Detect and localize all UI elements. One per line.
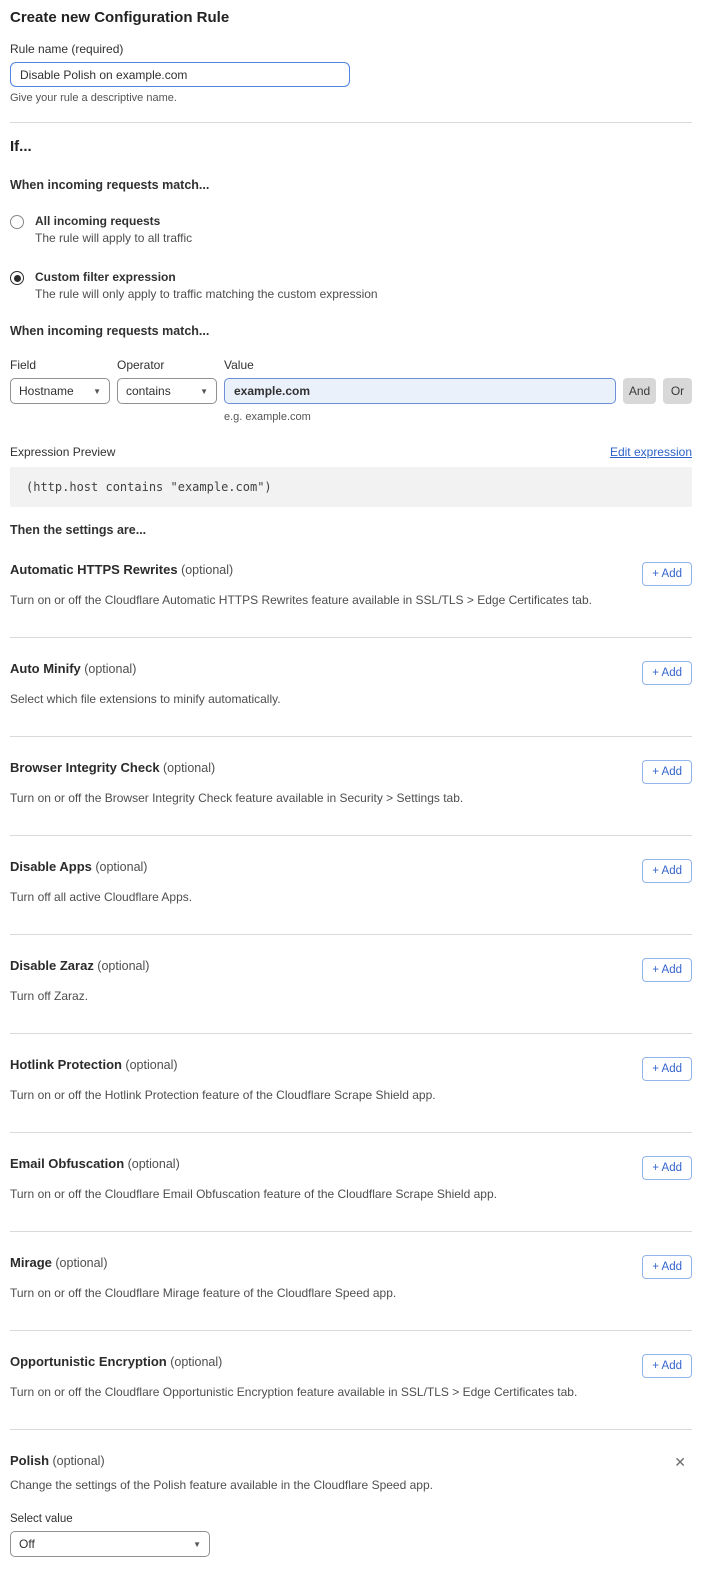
setting-title: Disable Zaraz (optional) <box>10 958 149 973</box>
setting-title: Automatic HTTPS Rewrites (optional) <box>10 562 233 577</box>
add-button[interactable]: + Add <box>642 1354 692 1378</box>
radio-button-icon[interactable] <box>10 271 24 285</box>
polish-value-select[interactable]: Off ▼ <box>10 1531 210 1557</box>
chevron-down-icon: ▼ <box>200 387 208 396</box>
add-button[interactable]: + Add <box>642 859 692 883</box>
radio-all-incoming-requests[interactable]: All incoming requests The rule will appl… <box>10 214 692 245</box>
polish-select-value: Off <box>19 1537 35 1551</box>
setting-email-obfuscation: Email Obfuscation (optional) + Add Turn … <box>10 1133 692 1232</box>
field-select[interactable]: Hostname ▼ <box>10 378 110 404</box>
radio-description: The rule will only apply to traffic matc… <box>35 287 378 301</box>
setting-description: Select which file extensions to minify a… <box>10 692 610 706</box>
add-button[interactable]: + Add <box>642 562 692 586</box>
radio-label: Custom filter expression <box>35 270 378 284</box>
add-button[interactable]: + Add <box>642 958 692 982</box>
expression-preview-label: Expression Preview <box>10 445 115 459</box>
add-button[interactable]: + Add <box>642 1057 692 1081</box>
add-button[interactable]: + Add <box>642 661 692 685</box>
expression-builder-row: Field Hostname ▼ Operator contains ▼ Val… <box>10 358 692 423</box>
expression-preview-code: (http.host contains "example.com") <box>10 467 692 507</box>
setting-description: Turn on or off the Browser Integrity Che… <box>10 791 610 805</box>
edit-expression-link[interactable]: Edit expression <box>610 445 692 459</box>
field-select-value: Hostname <box>19 384 74 398</box>
setting-title: Browser Integrity Check (optional) <box>10 760 215 775</box>
optional-suffix: (optional) <box>160 761 216 775</box>
radio-custom-filter-expression[interactable]: Custom filter expression The rule will o… <box>10 270 692 301</box>
optional-suffix: (optional) <box>92 860 148 874</box>
select-value-label: Select value <box>10 1513 692 1525</box>
optional-suffix: (optional) <box>49 1454 105 1468</box>
setting-description: Turn on or off the Cloudflare Opportunis… <box>10 1385 610 1399</box>
value-input[interactable] <box>224 378 616 404</box>
page-title: Create new Configuration Rule <box>10 9 692 26</box>
optional-suffix: (optional) <box>178 563 234 577</box>
close-icon[interactable]: ✕ <box>670 1453 690 1471</box>
setting-title: Mirage (optional) <box>10 1255 108 1270</box>
optional-suffix: (optional) <box>124 1157 180 1171</box>
and-button[interactable]: And <box>623 378 656 404</box>
radio-button-icon[interactable] <box>10 215 24 229</box>
add-button[interactable]: + Add <box>642 760 692 784</box>
field-label: Field <box>10 358 110 372</box>
rule-name-label: Rule name (required) <box>10 42 692 56</box>
radio-label: All incoming requests <box>35 214 192 228</box>
add-button[interactable]: + Add <box>642 1255 692 1279</box>
setting-title: Email Obfuscation (optional) <box>10 1156 180 1171</box>
optional-suffix: (optional) <box>94 959 150 973</box>
create-configuration-rule-form: Create new Configuration Rule Rule name … <box>0 0 705 1571</box>
setting-polish: Polish (optional) ✕ Change the settings … <box>10 1430 692 1557</box>
or-button[interactable]: Or <box>663 378 692 404</box>
incoming-requests-match-heading: When incoming requests match... <box>10 178 692 192</box>
value-hint: e.g. example.com <box>224 411 616 423</box>
settings-list: Automatic HTTPS Rewrites (optional) + Ad… <box>10 539 692 1557</box>
chevron-down-icon: ▼ <box>193 1540 201 1549</box>
optional-suffix: (optional) <box>122 1058 178 1072</box>
match-type-radio-group: All incoming requests The rule will appl… <box>10 214 692 301</box>
setting-hotlink-protection: Hotlink Protection (optional) + Add Turn… <box>10 1034 692 1133</box>
setting-description: Turn on or off the Hotlink Protection fe… <box>10 1088 610 1102</box>
setting-title: Opportunistic Encryption (optional) <box>10 1354 222 1369</box>
optional-suffix: (optional) <box>52 1256 108 1270</box>
setting-browser-integrity-check: Browser Integrity Check (optional) + Add… <box>10 737 692 836</box>
setting-disable-zaraz: Disable Zaraz (optional) + Add Turn off … <box>10 935 692 1034</box>
setting-automatic-https-rewrites: Automatic HTTPS Rewrites (optional) + Ad… <box>10 539 692 638</box>
setting-description: Turn off all active Cloudflare Apps. <box>10 890 610 904</box>
operator-label: Operator <box>117 358 217 372</box>
setting-auto-minify: Auto Minify (optional) + Add Select whic… <box>10 638 692 737</box>
radio-description: The rule will apply to all traffic <box>35 231 192 245</box>
setting-opportunistic-encryption: Opportunistic Encryption (optional) + Ad… <box>10 1331 692 1430</box>
add-button[interactable]: + Add <box>642 1156 692 1180</box>
operator-select[interactable]: contains ▼ <box>117 378 217 404</box>
setting-description: Turn on or off the Cloudflare Mirage fea… <box>10 1286 610 1300</box>
rule-name-hint: Give your rule a descriptive name. <box>10 92 692 104</box>
value-label: Value <box>224 358 616 372</box>
rule-name-input[interactable] <box>10 62 350 87</box>
optional-suffix: (optional) <box>81 662 137 676</box>
setting-title: Hotlink Protection (optional) <box>10 1057 178 1072</box>
setting-description: Turn on or off the Cloudflare Email Obfu… <box>10 1187 610 1201</box>
expression-builder-heading: When incoming requests match... <box>10 324 692 338</box>
setting-description: Turn off Zaraz. <box>10 989 610 1003</box>
setting-description: Turn on or off the Cloudflare Automatic … <box>10 593 610 607</box>
setting-mirage: Mirage (optional) + Add Turn on or off t… <box>10 1232 692 1331</box>
expression-preview-header: Expression Preview Edit expression <box>10 445 692 459</box>
section-divider <box>10 122 692 123</box>
optional-suffix: (optional) <box>167 1355 223 1369</box>
setting-title: Polish (optional) <box>10 1453 105 1468</box>
setting-description: Change the settings of the Polish featur… <box>10 1478 610 1492</box>
if-section-heading: If... <box>10 138 692 155</box>
then-settings-heading: Then the settings are... <box>10 523 692 537</box>
setting-title: Disable Apps (optional) <box>10 859 147 874</box>
operator-select-value: contains <box>126 384 171 398</box>
setting-title: Auto Minify (optional) <box>10 661 136 676</box>
chevron-down-icon: ▼ <box>93 387 101 396</box>
setting-disable-apps: Disable Apps (optional) + Add Turn off a… <box>10 836 692 935</box>
